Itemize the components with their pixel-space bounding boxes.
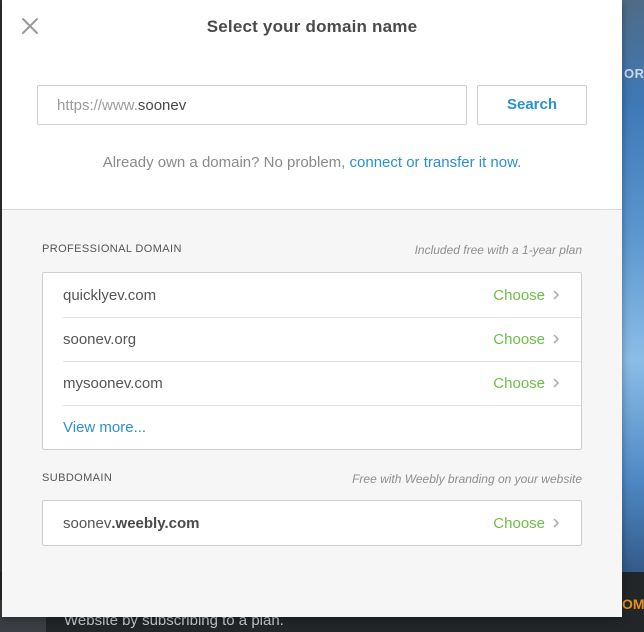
professional-domain-note: Included free with a 1-year plan (414, 243, 582, 257)
own-domain-message: Already own a domain? No problem, connec… (2, 154, 622, 171)
subdomain-label: SUBDOMAIN (42, 472, 113, 484)
choose-button[interactable]: Choose (493, 331, 545, 348)
chevron-right-icon (553, 378, 560, 388)
domain-option-name: mysoonev.com (63, 374, 163, 392)
choose-button[interactable]: Choose (493, 375, 545, 392)
choose-button[interactable]: Choose (493, 515, 545, 532)
view-more-row: View more... (43, 405, 581, 449)
subdomain-name: soonev (63, 514, 112, 532)
connect-transfer-link[interactable]: connect or transfer it now. (350, 154, 522, 171)
domain-search-input[interactable] (137, 96, 438, 114)
chevron-right-icon (553, 290, 560, 300)
background-heading-fragment: ORK (624, 66, 644, 81)
url-prefix: https://www. (57, 96, 138, 114)
subdomain-suffix: .weebly.com (111, 514, 200, 532)
professional-domain-label: PROFESSIONAL DOMAIN (42, 243, 182, 255)
background-hero-image (622, 0, 644, 600)
professional-domain-list: quicklyev.com Choose soonev.org Choose m… (42, 272, 582, 450)
subdomain-list: soonev.weebly.com Choose (42, 500, 582, 546)
subdomain-option-row[interactable]: soonev.weebly.com Choose (43, 501, 581, 545)
subdomain-note: Free with Weebly branding on your websit… (352, 472, 582, 486)
domain-option-name: soonev.org (63, 330, 137, 348)
domain-option-row[interactable]: soonev.org Choose (43, 317, 581, 361)
domain-search-field[interactable]: https://www. (37, 85, 467, 125)
background-footer-link-fragment: OM (622, 596, 644, 612)
chevron-right-icon (553, 518, 560, 528)
own-domain-text: Already own a domain? No problem, (102, 154, 350, 171)
choose-button[interactable]: Choose (493, 287, 545, 304)
view-more-link[interactable]: View more... (63, 419, 146, 436)
chevron-right-icon (553, 334, 560, 344)
domain-option-row[interactable]: quicklyev.com Choose (43, 273, 581, 317)
domain-option-row[interactable]: mysoonev.com Choose (43, 361, 581, 405)
subdomain-option-name: soonev.weebly.com (63, 515, 199, 532)
domain-modal: Select your domain name https://www. Sea… (2, 0, 622, 617)
search-button[interactable]: Search (477, 85, 587, 125)
modal-title: Select your domain name (206, 17, 418, 36)
modal-header-section: Select your domain name https://www. Sea… (2, 0, 622, 210)
domain-option-name: quicklyev.com (63, 286, 157, 304)
